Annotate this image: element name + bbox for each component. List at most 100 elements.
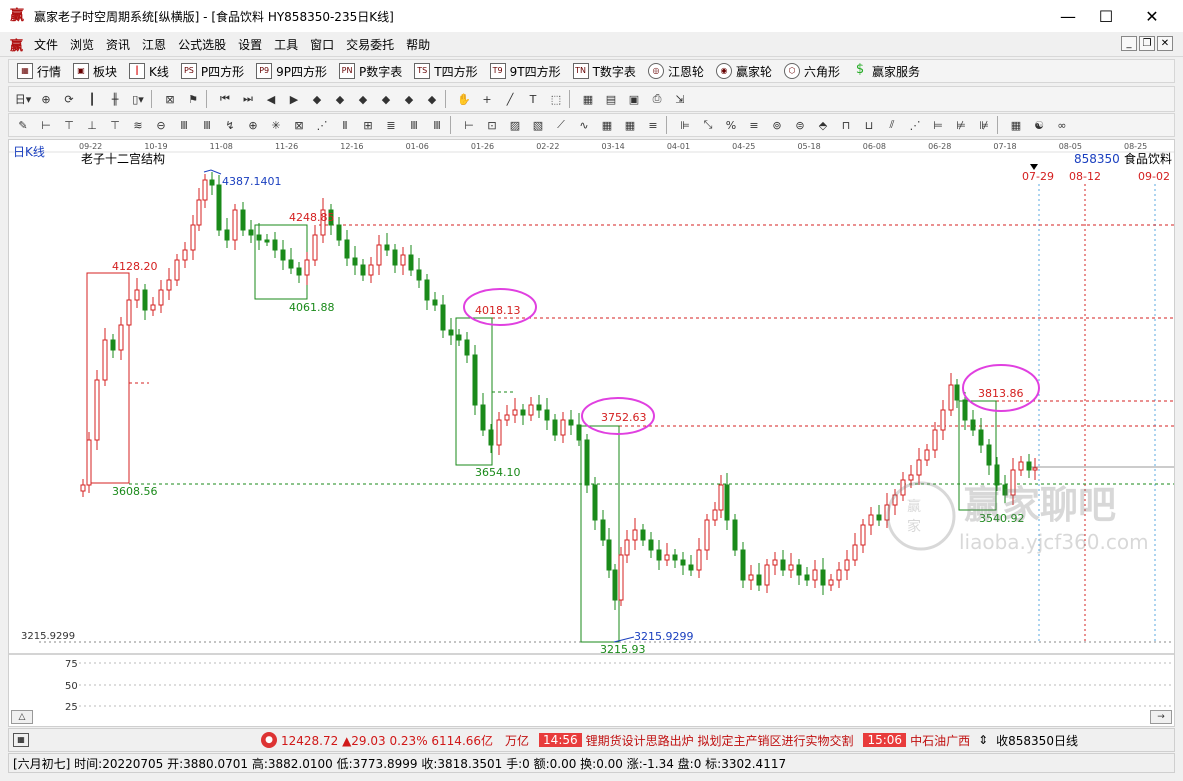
tool-30-icon[interactable]: ≡: [745, 116, 763, 134]
grid-toggle-icon[interactable]: ▦: [1007, 116, 1025, 134]
crosshair-mode-icon[interactable]: ⊠: [161, 90, 179, 108]
menu-tools[interactable]: 工具: [268, 36, 304, 53]
calendar-icon[interactable]: ▦: [579, 90, 597, 108]
diamond-3-icon[interactable]: ◆: [354, 90, 372, 108]
tool-3-icon[interactable]: ⊥: [83, 116, 101, 134]
tool-16-icon[interactable]: ≣: [382, 116, 400, 134]
diamond-6-icon[interactable]: ◆: [423, 90, 441, 108]
tool-33-icon[interactable]: ⬘: [814, 116, 832, 134]
tool-1-icon[interactable]: ⊢: [37, 116, 55, 134]
first-bar-icon[interactable]: ⏮: [216, 90, 234, 108]
tool-11-icon[interactable]: ✳: [267, 116, 285, 134]
close-button[interactable]: ✕: [1129, 0, 1175, 32]
tool-8-icon[interactable]: Ⅲ: [198, 116, 216, 134]
hand-icon[interactable]: ✋: [455, 90, 473, 108]
news-item-2[interactable]: 15:06 中石油广西: [863, 732, 970, 749]
tool-17-icon[interactable]: Ⅲ: [405, 116, 423, 134]
tool-35-icon[interactable]: ⊔: [860, 116, 878, 134]
toolbar-hexagon-button[interactable]: ⬡ 六角形: [783, 63, 840, 80]
toolbar-service-button[interactable]: $ 赢家服务: [852, 63, 920, 80]
export-icon[interactable]: ⇲: [671, 90, 689, 108]
menu-formula-select[interactable]: 公式选股: [172, 36, 232, 53]
menu-settings[interactable]: 设置: [232, 36, 268, 53]
tool-34-icon[interactable]: ⊓: [837, 116, 855, 134]
infinity-icon[interactable]: ∞: [1053, 116, 1071, 134]
menu-info[interactable]: 资讯: [100, 36, 136, 53]
tool-32-icon[interactable]: ⊜: [791, 116, 809, 134]
tool-36-icon[interactable]: ⫽: [883, 116, 901, 134]
diamond-4-icon[interactable]: ◆: [377, 90, 395, 108]
select-icon[interactable]: ⬚: [547, 90, 565, 108]
tool-9-icon[interactable]: ↯: [221, 116, 239, 134]
ticker-toggle-icon[interactable]: ▦: [13, 733, 29, 747]
tool-27-icon[interactable]: ≡: [644, 116, 662, 134]
tool-25-icon[interactable]: ▦: [598, 116, 616, 134]
menu-window[interactable]: 窗口: [304, 36, 340, 53]
pen-icon[interactable]: ✎: [14, 116, 32, 134]
toolbar-p-number-table-button[interactable]: PN P数字表: [339, 63, 402, 80]
tool-10-icon[interactable]: ⊕: [244, 116, 262, 134]
tool-26-icon[interactable]: ▦: [621, 116, 639, 134]
tool-12-icon[interactable]: ⊠: [290, 116, 308, 134]
refresh-icon[interactable]: ⟳: [60, 90, 78, 108]
flag-icon[interactable]: ⚑: [184, 90, 202, 108]
menu-trade[interactable]: 交易委托: [340, 36, 400, 53]
chart-area[interactable]: 09-22 10-19 11-08 11-26 12-16 01-06 01-26 02-22…: [8, 139, 1175, 727]
kline-chart[interactable]: 09-22 10-19 11-08 11-26 12-16 01-06 01-26 02-22…: [9, 140, 1174, 726]
print-icon[interactable]: ⎙: [648, 90, 666, 108]
tool-13-icon[interactable]: ⋰: [313, 116, 331, 134]
bars-icon[interactable]: ┃: [83, 90, 101, 108]
tool-18-icon[interactable]: Ⅲ: [428, 116, 446, 134]
tool-19-icon[interactable]: ⊢: [460, 116, 478, 134]
tool-37-icon[interactable]: ⋰: [906, 116, 924, 134]
maximize-button[interactable]: ☐: [1083, 0, 1129, 32]
tool-6-icon[interactable]: ⊖: [152, 116, 170, 134]
menu-file[interactable]: 文件: [28, 36, 64, 53]
tool-31-icon[interactable]: ⊚: [768, 116, 786, 134]
menu-help[interactable]: 帮助: [400, 36, 436, 53]
mdi-restore-button[interactable]: ❐: [1139, 36, 1155, 51]
toolbar-p-square-button[interactable]: PS P四方形: [180, 63, 244, 80]
mdi-minimize-button[interactable]: _: [1121, 36, 1137, 51]
yin-yang-icon[interactable]: ☯: [1030, 116, 1048, 134]
candlestick-icon[interactable]: ╫: [106, 90, 124, 108]
scroll-right-button[interactable]: →: [1150, 710, 1172, 724]
cross-icon[interactable]: +: [478, 90, 496, 108]
tool-14-icon[interactable]: Ⅱ: [336, 116, 354, 134]
toolbar-quotes-button[interactable]: ▦ 行情: [17, 63, 61, 80]
toolbar-kline-button[interactable]: ┃ K线: [129, 63, 169, 80]
toolbar-t-number-table-button[interactable]: TN T数字表: [572, 63, 636, 80]
toolbar-sector-button[interactable]: ▣ 板块: [73, 63, 117, 80]
tool-39-icon[interactable]: ⊭: [952, 116, 970, 134]
menu-browse[interactable]: 浏览: [64, 36, 100, 53]
line-icon[interactable]: ╱: [501, 90, 519, 108]
zoom-in-icon[interactable]: ⊕: [37, 90, 55, 108]
tool-40-icon[interactable]: ⊯: [975, 116, 993, 134]
tool-5-icon[interactable]: ≋: [129, 116, 147, 134]
candle-dropdown-icon[interactable]: ▯▾: [129, 90, 147, 108]
save-icon[interactable]: ▣: [625, 90, 643, 108]
toolbar-9p-square-button[interactable]: P9 9P四方形: [256, 63, 327, 80]
diamond-1-icon[interactable]: ◆: [308, 90, 326, 108]
toolbar-9t-square-button[interactable]: T9 9T四方形: [489, 63, 561, 80]
tool-28-icon[interactable]: ⊫: [676, 116, 694, 134]
last-bar-icon[interactable]: ⏭: [239, 90, 257, 108]
next-icon[interactable]: ▶: [285, 90, 303, 108]
tool-38-icon[interactable]: ⊨: [929, 116, 947, 134]
tool-23-icon[interactable]: ⟋: [552, 116, 570, 134]
toolbar-gann-wheel-button[interactable]: ◎ 江恩轮: [647, 63, 704, 80]
tool-24-icon[interactable]: ∿: [575, 116, 593, 134]
diamond-5-icon[interactable]: ◆: [400, 90, 418, 108]
scroll-left-button[interactable]: △: [11, 710, 33, 724]
prev-icon[interactable]: ◀: [262, 90, 280, 108]
mdi-close-button[interactable]: ✕: [1157, 36, 1173, 51]
news-item-1[interactable]: 14:56 锂期货设计思路出炉 拟划定主产销区进行实物交割: [539, 732, 853, 749]
percent-icon[interactable]: %: [722, 116, 740, 134]
tool-4-icon[interactable]: ⊤: [106, 116, 124, 134]
scroll-updown-icon[interactable]: ⇕: [978, 733, 988, 747]
tool-2-icon[interactable]: ⊤: [60, 116, 78, 134]
toolbar-t-square-button[interactable]: TS T四方形: [414, 63, 478, 80]
text-icon[interactable]: T: [524, 90, 542, 108]
tool-7-icon[interactable]: Ⅲ: [175, 116, 193, 134]
period-dropdown-icon[interactable]: 日▾: [14, 90, 32, 108]
